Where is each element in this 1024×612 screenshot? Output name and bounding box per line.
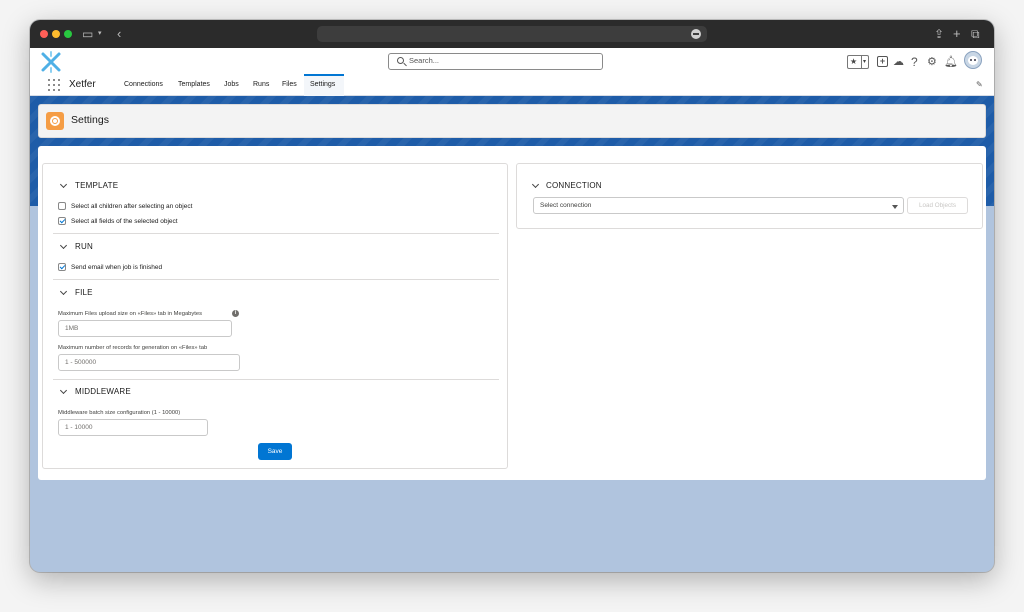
page-header: Settings — [38, 104, 986, 138]
global-actions-plus-icon[interactable]: + — [877, 56, 888, 67]
section-heading-middleware[interactable]: MIDDLEWARE — [75, 387, 131, 396]
send-email-checkbox[interactable] — [58, 263, 66, 271]
load-objects-button[interactable]: Load Objects — [907, 197, 968, 214]
upload-size-input[interactable]: 1MB — [58, 320, 232, 337]
avatar-face-icon — [968, 56, 978, 65]
browser-window: ▭ ▾ ‹ ⇪ + ⧉ Search... ★ ▾ + ☁ ? ⚙ 🔔︎ Xet… — [30, 20, 994, 572]
send-email-label: Send email when job is finished — [71, 264, 163, 271]
upload-size-label: Maximum Files upload size on «Files» tab… — [58, 311, 203, 317]
chevron-down-icon[interactable] — [59, 241, 68, 250]
max-records-placeholder: 1 - 500000 — [65, 359, 97, 366]
batch-size-placeholder: 1 - 10000 — [65, 424, 93, 431]
section-divider — [53, 279, 499, 280]
upload-size-value: 1MB — [65, 325, 79, 332]
stop-loading-icon[interactable] — [691, 29, 701, 39]
search-icon — [397, 57, 404, 64]
section-divider — [53, 379, 499, 380]
select-all-fields-label: Select all fields of the selected object — [71, 218, 178, 225]
page-title: Settings — [71, 114, 109, 126]
connection-select-placeholder: Select connection — [540, 202, 592, 209]
tab-settings-label: Settings — [310, 81, 336, 88]
tab-files[interactable]: Files — [282, 81, 297, 88]
section-heading-template[interactable]: TEMPLATE — [75, 181, 118, 190]
share-icon[interactable]: ⇪ — [934, 26, 944, 42]
select-all-children-label: Select all children after selecting an o… — [71, 203, 193, 210]
connection-select[interactable]: Select connection — [533, 197, 904, 214]
favorites-star-icon[interactable]: ★ ▾ — [847, 55, 869, 69]
tab-connections[interactable]: Connections — [124, 81, 163, 88]
settings-gear-icon — [46, 112, 64, 130]
sidebar-icon[interactable]: ▭ — [82, 26, 93, 42]
trailhead-icon[interactable]: ☁ — [893, 56, 904, 68]
chevron-down-icon — [892, 205, 898, 209]
section-heading-file[interactable]: FILE — [75, 288, 93, 297]
chevron-down-icon[interactable] — [59, 386, 68, 395]
save-button[interactable]: Save — [258, 443, 292, 460]
info-icon[interactable]: i — [232, 310, 239, 317]
select-all-children-checkbox[interactable] — [58, 202, 66, 210]
connection-card: CONNECTION Select connection Load Object… — [516, 163, 983, 229]
search-placeholder: Search... — [409, 56, 440, 65]
chevron-down-icon[interactable]: ▾ — [98, 26, 102, 42]
minimize-window-button[interactable] — [52, 30, 60, 38]
settings-card: TEMPLATE Select all children after selec… — [42, 163, 508, 469]
zoom-window-button[interactable] — [64, 30, 72, 38]
tab-templates[interactable]: Templates — [178, 81, 210, 88]
section-heading-run[interactable]: RUN — [75, 242, 93, 251]
new-tab-icon[interactable]: + — [953, 26, 961, 42]
batch-size-label: Middleware batch size configuration (1 -… — [58, 410, 181, 416]
edit-nav-pencil-icon[interactable]: ✎ — [976, 81, 984, 89]
max-records-label: Maximum number of records for generation… — [58, 345, 208, 351]
app-launcher-icon[interactable] — [48, 79, 60, 91]
setup-gear-icon[interactable]: ⚙ — [927, 56, 937, 68]
app-name: Xetfer — [69, 79, 96, 90]
chevron-down-icon[interactable] — [59, 287, 68, 296]
main-content: TEMPLATE Select all children after selec… — [38, 146, 986, 480]
section-heading-connection[interactable]: CONNECTION — [546, 181, 602, 190]
app-header: Search... ★ ▾ + ☁ ? ⚙ 🔔︎ Xetfer Connectio… — [30, 48, 994, 96]
help-icon[interactable]: ? — [911, 56, 918, 68]
chevron-down-icon[interactable] — [531, 180, 540, 189]
avatar[interactable] — [964, 51, 982, 69]
xetfer-logo-icon[interactable] — [40, 51, 62, 73]
max-records-input[interactable]: 1 - 500000 — [58, 354, 240, 371]
screen: ▭ ▾ ‹ ⇪ + ⧉ Search... ★ ▾ + ☁ ? ⚙ 🔔︎ Xet… — [0, 0, 1024, 612]
browser-titlebar: ▭ ▾ ‹ ⇪ + ⧉ — [30, 20, 994, 48]
back-icon[interactable]: ‹ — [117, 26, 121, 42]
select-all-fields-checkbox[interactable] — [58, 217, 66, 225]
chevron-down-icon[interactable] — [59, 180, 68, 189]
tab-jobs[interactable]: Jobs — [224, 81, 239, 88]
global-search-input[interactable]: Search... — [388, 53, 603, 70]
close-window-button[interactable] — [40, 30, 48, 38]
address-bar[interactable] — [317, 26, 707, 42]
tab-settings[interactable]: Settings — [304, 74, 344, 96]
tabs-overview-icon[interactable]: ⧉ — [971, 26, 980, 42]
chevron-down-icon[interactable]: ▾ — [863, 56, 866, 68]
batch-size-input[interactable]: 1 - 10000 — [58, 419, 208, 436]
tab-runs[interactable]: Runs — [253, 81, 269, 88]
section-divider — [53, 233, 499, 234]
notifications-bell-icon[interactable]: 🔔︎ — [944, 56, 958, 68]
